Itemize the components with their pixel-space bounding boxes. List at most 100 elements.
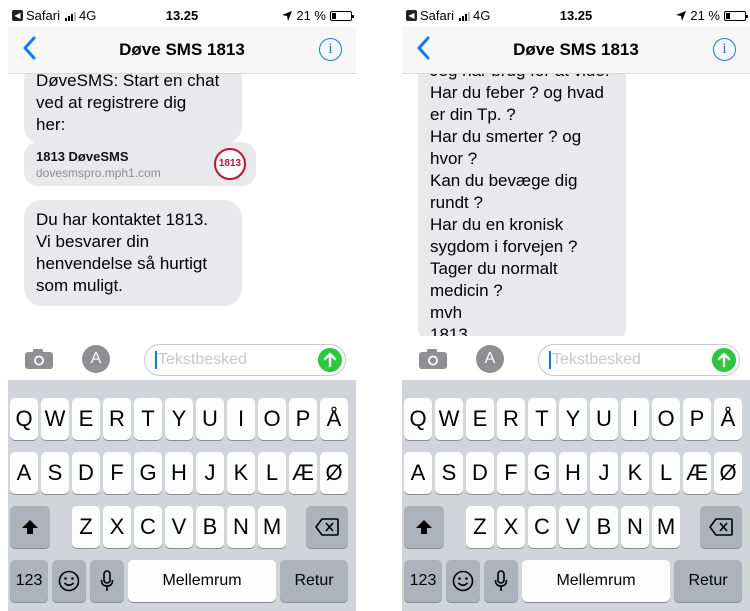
key-r[interactable]: R	[497, 398, 525, 440]
key-t[interactable]: T	[528, 398, 556, 440]
key-aa[interactable]: Å	[714, 398, 742, 440]
shift-key[interactable]	[404, 506, 444, 548]
key-l[interactable]: L	[258, 452, 286, 494]
key-s[interactable]: S	[41, 452, 69, 494]
return-key[interactable]: Retur	[674, 560, 742, 602]
key-m[interactable]: M	[652, 506, 680, 548]
key-a[interactable]: A	[404, 452, 432, 494]
key-m[interactable]: M	[258, 506, 286, 548]
key-oe[interactable]: Ø	[714, 452, 742, 494]
app-store-icon[interactable]: A	[82, 345, 110, 373]
key-t[interactable]: T	[134, 398, 162, 440]
shift-key[interactable]	[10, 506, 50, 548]
key-f[interactable]: F	[497, 452, 525, 494]
key-o[interactable]: O	[258, 398, 286, 440]
key-v[interactable]: V	[559, 506, 587, 548]
delete-key[interactable]	[306, 506, 348, 548]
key-p[interactable]: P	[289, 398, 317, 440]
key-k[interactable]: K	[227, 452, 255, 494]
nav-bar: Døve SMS 1813 i	[8, 26, 356, 74]
key-j[interactable]: J	[590, 452, 618, 494]
key-ae[interactable]: Æ	[289, 452, 317, 494]
key-u[interactable]: U	[590, 398, 618, 440]
space-key[interactable]: Mellemrum	[522, 560, 670, 602]
message-input[interactable]: Tekstbesked	[144, 344, 346, 376]
key-n[interactable]: N	[227, 506, 255, 548]
key-y[interactable]: Y	[559, 398, 587, 440]
message-line: som muligt.	[36, 276, 123, 295]
emoji-key[interactable]	[446, 560, 480, 602]
key-o[interactable]: O	[652, 398, 680, 440]
key-r[interactable]: R	[103, 398, 131, 440]
key-oe[interactable]: Ø	[320, 452, 348, 494]
key-p[interactable]: P	[683, 398, 711, 440]
delete-key[interactable]	[700, 506, 742, 548]
key-a[interactable]: A	[10, 452, 38, 494]
key-z[interactable]: Z	[466, 506, 494, 548]
dictation-key[interactable]	[90, 560, 124, 602]
message-line: sygdom i forvejen ?	[430, 237, 578, 256]
key-x[interactable]: X	[103, 506, 131, 548]
key-h[interactable]: H	[559, 452, 587, 494]
emoji-key[interactable]	[52, 560, 86, 602]
key-v[interactable]: V	[165, 506, 193, 548]
message-input-placeholder: Tekstbesked	[552, 351, 641, 368]
key-g[interactable]: G	[134, 452, 162, 494]
message-line: hvor ?	[430, 149, 478, 168]
key-i[interactable]: I	[621, 398, 649, 440]
key-w[interactable]: W	[41, 398, 69, 440]
key-e[interactable]: E	[466, 398, 494, 440]
key-c[interactable]: C	[134, 506, 162, 548]
key-b[interactable]: B	[196, 506, 224, 548]
key-d[interactable]: D	[466, 452, 494, 494]
key-ae[interactable]: Æ	[683, 452, 711, 494]
link-logo: 1813	[214, 148, 246, 180]
camera-icon[interactable]	[24, 348, 54, 370]
key-j[interactable]: J	[196, 452, 224, 494]
message-line: er din Tp. ?	[430, 105, 516, 124]
key-aa[interactable]: Å	[320, 398, 348, 440]
key-g[interactable]: G	[528, 452, 556, 494]
key-h[interactable]: H	[165, 452, 193, 494]
key-e[interactable]: E	[72, 398, 100, 440]
key-f[interactable]: F	[103, 452, 131, 494]
numbers-key[interactable]: 123	[404, 560, 442, 602]
key-z[interactable]: Z	[72, 506, 100, 548]
info-icon[interactable]: i	[319, 38, 342, 61]
key-l[interactable]: L	[652, 452, 680, 494]
shift-icon	[416, 520, 432, 534]
key-k[interactable]: K	[621, 452, 649, 494]
link-preview-card[interactable]: 1813 DøveSMS dovesmspro.mph1.com 1813	[24, 142, 256, 186]
key-q[interactable]: Q	[404, 398, 432, 440]
send-arrow-icon[interactable]	[318, 348, 342, 372]
message-line: Har du smerter ? og	[430, 127, 582, 146]
message-input[interactable]: Tekstbesked	[538, 344, 740, 376]
key-c[interactable]: C	[528, 506, 556, 548]
dictation-key[interactable]	[484, 560, 518, 602]
key-y[interactable]: Y	[165, 398, 193, 440]
compose-bar: A Tekstbesked	[402, 336, 750, 380]
conversation-title: Døve SMS 1813	[119, 40, 245, 59]
battery-icon	[724, 10, 748, 21]
message-list[interactable]: Jeg har brug for at vide: Har du feber ?…	[402, 74, 750, 336]
key-d[interactable]: D	[72, 452, 100, 494]
key-s[interactable]: S	[435, 452, 463, 494]
message-list[interactable]: DøveSMS: Start en chat ved at registrere…	[8, 74, 356, 336]
key-n[interactable]: N	[621, 506, 649, 548]
message-line: Kan du bevæge dig	[430, 171, 578, 190]
key-x[interactable]: X	[497, 506, 525, 548]
camera-icon[interactable]	[418, 348, 448, 370]
send-arrow-icon[interactable]	[712, 348, 736, 372]
info-icon[interactable]: i	[713, 38, 736, 61]
delete-icon	[709, 518, 733, 536]
key-b[interactable]: B	[590, 506, 618, 548]
app-store-icon[interactable]: A	[476, 345, 504, 373]
key-w[interactable]: W	[435, 398, 463, 440]
key-u[interactable]: U	[196, 398, 224, 440]
message-line: Jeg har brug for at vide:	[430, 74, 614, 82]
key-i[interactable]: I	[227, 398, 255, 440]
space-key[interactable]: Mellemrum	[128, 560, 276, 602]
return-key[interactable]: Retur	[280, 560, 348, 602]
numbers-key[interactable]: 123	[10, 560, 48, 602]
key-q[interactable]: Q	[10, 398, 38, 440]
